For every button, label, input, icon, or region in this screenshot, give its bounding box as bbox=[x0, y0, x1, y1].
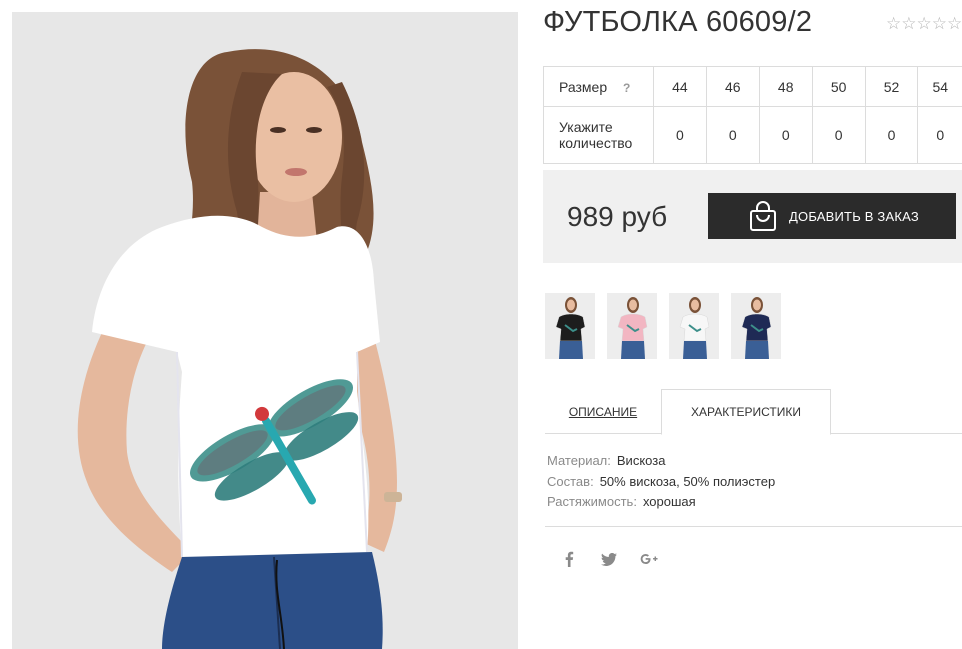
product-title: ФУТБОЛКА 60609/2 bbox=[543, 6, 813, 38]
rating-stars-icon[interactable]: ☆☆☆☆☆ bbox=[886, 14, 962, 34]
price: 989 руб bbox=[567, 201, 668, 232]
size-cell: 46 bbox=[705, 66, 760, 107]
color-thumbnail-black[interactable] bbox=[545, 293, 595, 359]
spec-key: Растяжимость: bbox=[547, 494, 637, 509]
size-table: Размер ? 44 46 48 50 52 54 Укажите колич… bbox=[543, 66, 962, 164]
spec-value: Вискоза bbox=[616, 453, 666, 468]
quantity-label-line2: количество bbox=[559, 135, 633, 151]
size-row: Размер ? 44 46 48 50 52 54 bbox=[543, 66, 962, 107]
quantity-input[interactable]: 0 bbox=[705, 106, 760, 164]
product-tabs: ОПИСАНИЕ ХАРАКТЕРИСТИКИ bbox=[545, 389, 962, 435]
color-thumbnail-navy[interactable] bbox=[731, 293, 781, 359]
size-cell: 52 bbox=[864, 66, 919, 107]
spec-row: Состав: 50% вискоза, 50% полиэстер bbox=[547, 472, 775, 493]
product-main-photo[interactable] bbox=[12, 12, 518, 649]
spec-value: хорошая bbox=[642, 494, 696, 509]
specifications-list: Материал: Вискоза Состав: 50% вискоза, 50%… bbox=[547, 451, 775, 513]
size-label: Размер bbox=[559, 78, 608, 95]
twitter-icon[interactable] bbox=[600, 549, 618, 569]
color-thumbnail-white[interactable] bbox=[669, 293, 719, 359]
size-cell: 54 bbox=[917, 66, 962, 107]
social-share bbox=[560, 549, 658, 569]
tab-description[interactable]: ОПИСАНИЕ bbox=[545, 389, 661, 434]
color-thumbnail-pink[interactable] bbox=[607, 293, 657, 359]
quantity-input[interactable]: 0 bbox=[864, 106, 919, 164]
quantity-label: Укажите количество bbox=[543, 106, 654, 164]
buy-panel: 989 руб ДОБАВИТЬ В ЗАКАЗ bbox=[543, 170, 962, 263]
quantity-label-line1: Укажите bbox=[559, 119, 613, 135]
size-cell: 50 bbox=[811, 66, 866, 107]
size-cell: 44 bbox=[652, 66, 707, 107]
google-plus-icon[interactable] bbox=[640, 549, 658, 569]
divider bbox=[545, 526, 962, 527]
quantity-input[interactable]: 0 bbox=[652, 106, 707, 164]
add-to-order-button[interactable]: ДОБАВИТЬ В ЗАКАЗ bbox=[708, 193, 956, 239]
color-thumbnails bbox=[545, 293, 781, 359]
tab-specifications[interactable]: ХАРАКТЕРИСТИКИ bbox=[661, 389, 831, 435]
shopping-bag-icon bbox=[750, 201, 776, 231]
quantity-input[interactable]: 0 bbox=[917, 106, 962, 164]
spec-key: Состав: bbox=[547, 473, 594, 489]
size-label-cell: Размер ? bbox=[543, 66, 654, 107]
facebook-icon[interactable] bbox=[560, 549, 578, 569]
spec-row: Материал: Вискоза bbox=[547, 451, 775, 472]
size-help-icon[interactable]: ? bbox=[623, 81, 630, 95]
size-cell: 48 bbox=[758, 66, 813, 107]
spec-value: 50% вискоза, 50% полиэстер bbox=[599, 473, 776, 489]
quantity-input[interactable]: 0 bbox=[811, 106, 866, 164]
quantity-row: Укажите количество 0 0 0 0 0 0 bbox=[543, 106, 962, 164]
spec-row: Растяжимость: хорошая bbox=[547, 492, 775, 513]
add-to-order-label: ДОБАВИТЬ В ЗАКАЗ bbox=[789, 208, 919, 224]
spec-key: Материал: bbox=[547, 453, 611, 468]
quantity-input[interactable]: 0 bbox=[758, 106, 813, 164]
